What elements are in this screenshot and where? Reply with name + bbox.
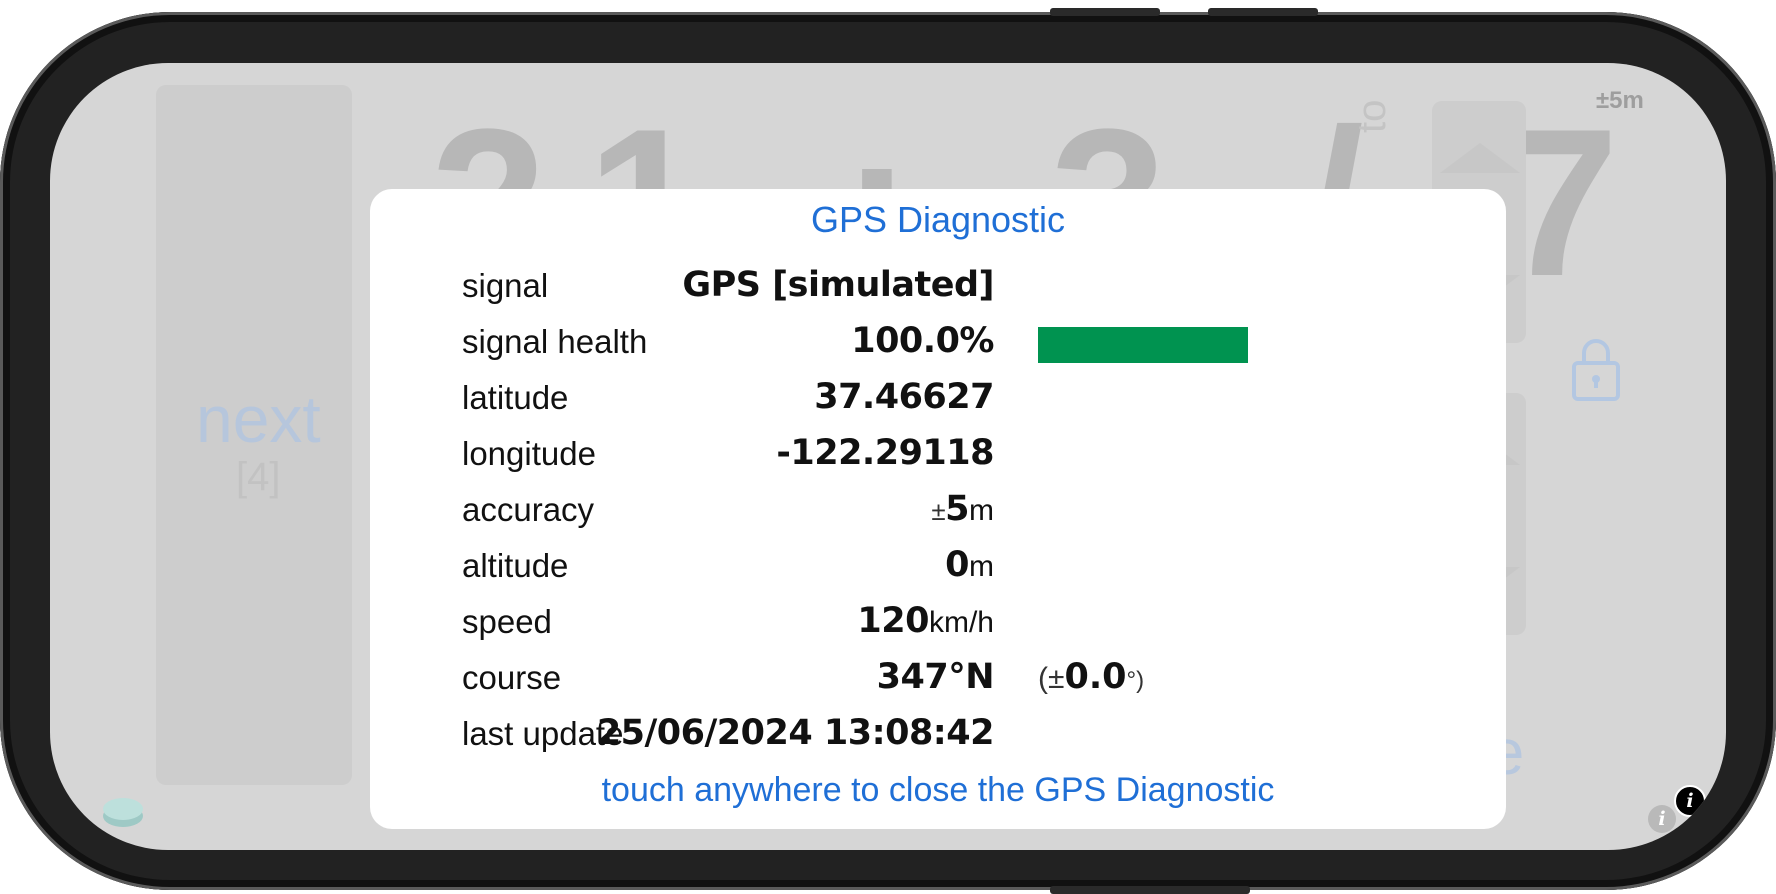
phone-frame: 21 : 3 / 7 to next [4] ±5m stop pause i … xyxy=(0,8,1776,894)
course-accuracy: (±0.0°) xyxy=(1038,657,1144,697)
altitude-unit: m xyxy=(969,550,994,583)
accuracy-number: 5 xyxy=(945,489,969,529)
signal-health-value: 100.0% xyxy=(851,321,994,361)
row-altitude: altitude 0m xyxy=(370,545,1506,597)
row-longitude: longitude -122.29118 xyxy=(370,433,1506,485)
disc-icon[interactable] xyxy=(102,796,144,828)
volume-button xyxy=(1050,8,1160,16)
next-label[interactable]: next xyxy=(196,381,321,457)
accuracy-value: ±5m xyxy=(931,489,994,529)
accuracy-unit: m xyxy=(969,494,994,527)
accuracy-indicator: ±5m xyxy=(1596,87,1644,114)
info-icon[interactable]: i xyxy=(1648,805,1676,833)
longitude-label: longitude xyxy=(462,435,596,472)
latitude-value: 37.46627 xyxy=(814,377,994,417)
course-accuracy-close: °) xyxy=(1126,667,1145,694)
course-accuracy-open: (± xyxy=(1038,662,1065,695)
close-dialog-link[interactable]: touch anywhere to close the GPS Diagnost… xyxy=(370,771,1506,810)
info-icon[interactable]: i xyxy=(1674,785,1706,817)
latitude-label: latitude xyxy=(462,379,569,416)
row-signal: signal GPS [simulated] xyxy=(370,265,1506,317)
row-signal-health: signal health 100.0% xyxy=(370,321,1506,373)
altitude-label: altitude xyxy=(462,547,569,584)
signal-value: GPS [simulated] xyxy=(682,265,994,305)
row-accuracy: accuracy ±5m xyxy=(370,489,1506,541)
app-screen: 21 : 3 / 7 to next [4] ±5m stop pause i … xyxy=(50,63,1726,850)
speed-value: 120km/h xyxy=(857,601,994,641)
next-count: [4] xyxy=(236,455,281,499)
speed-unit: km/h xyxy=(928,606,994,639)
altitude-value: 0m xyxy=(945,545,994,585)
arrow-up-icon[interactable] xyxy=(1440,143,1520,173)
plus-minus-sign: ± xyxy=(931,496,946,526)
row-latitude: latitude 37.46627 xyxy=(370,377,1506,429)
speed-label: speed xyxy=(462,603,552,640)
volume-button xyxy=(1208,8,1318,16)
action-button xyxy=(1050,886,1250,894)
signal-health-bar xyxy=(1038,327,1248,363)
course-label: course xyxy=(462,659,562,696)
signal-health-bar-fill xyxy=(1038,327,1248,363)
signal-label: signal xyxy=(462,267,549,304)
longitude-value: -122.29118 xyxy=(776,433,994,473)
course-value: 347°N xyxy=(876,657,995,697)
accuracy-label: accuracy xyxy=(462,491,595,528)
lock-icon[interactable] xyxy=(1572,335,1620,401)
signal-health-label: signal health xyxy=(462,323,648,360)
last-update-value: 25/06/2024 13:08:42 xyxy=(596,713,995,753)
rotated-label: to xyxy=(1350,99,1394,133)
row-course: course 347°N (±0.0°) xyxy=(370,657,1506,709)
altitude-number: 0 xyxy=(945,545,969,585)
row-speed: speed 120km/h xyxy=(370,601,1506,653)
speed-number: 120 xyxy=(857,601,929,641)
gps-diagnostic-dialog[interactable]: GPS Diagnostic signal GPS [simulated] si… xyxy=(370,189,1506,829)
dialog-title: GPS Diagnostic xyxy=(810,199,1066,240)
row-last-update: last update 25/06/2024 13:08:42 xyxy=(370,713,1506,765)
course-accuracy-value: 0.0 xyxy=(1064,657,1127,697)
